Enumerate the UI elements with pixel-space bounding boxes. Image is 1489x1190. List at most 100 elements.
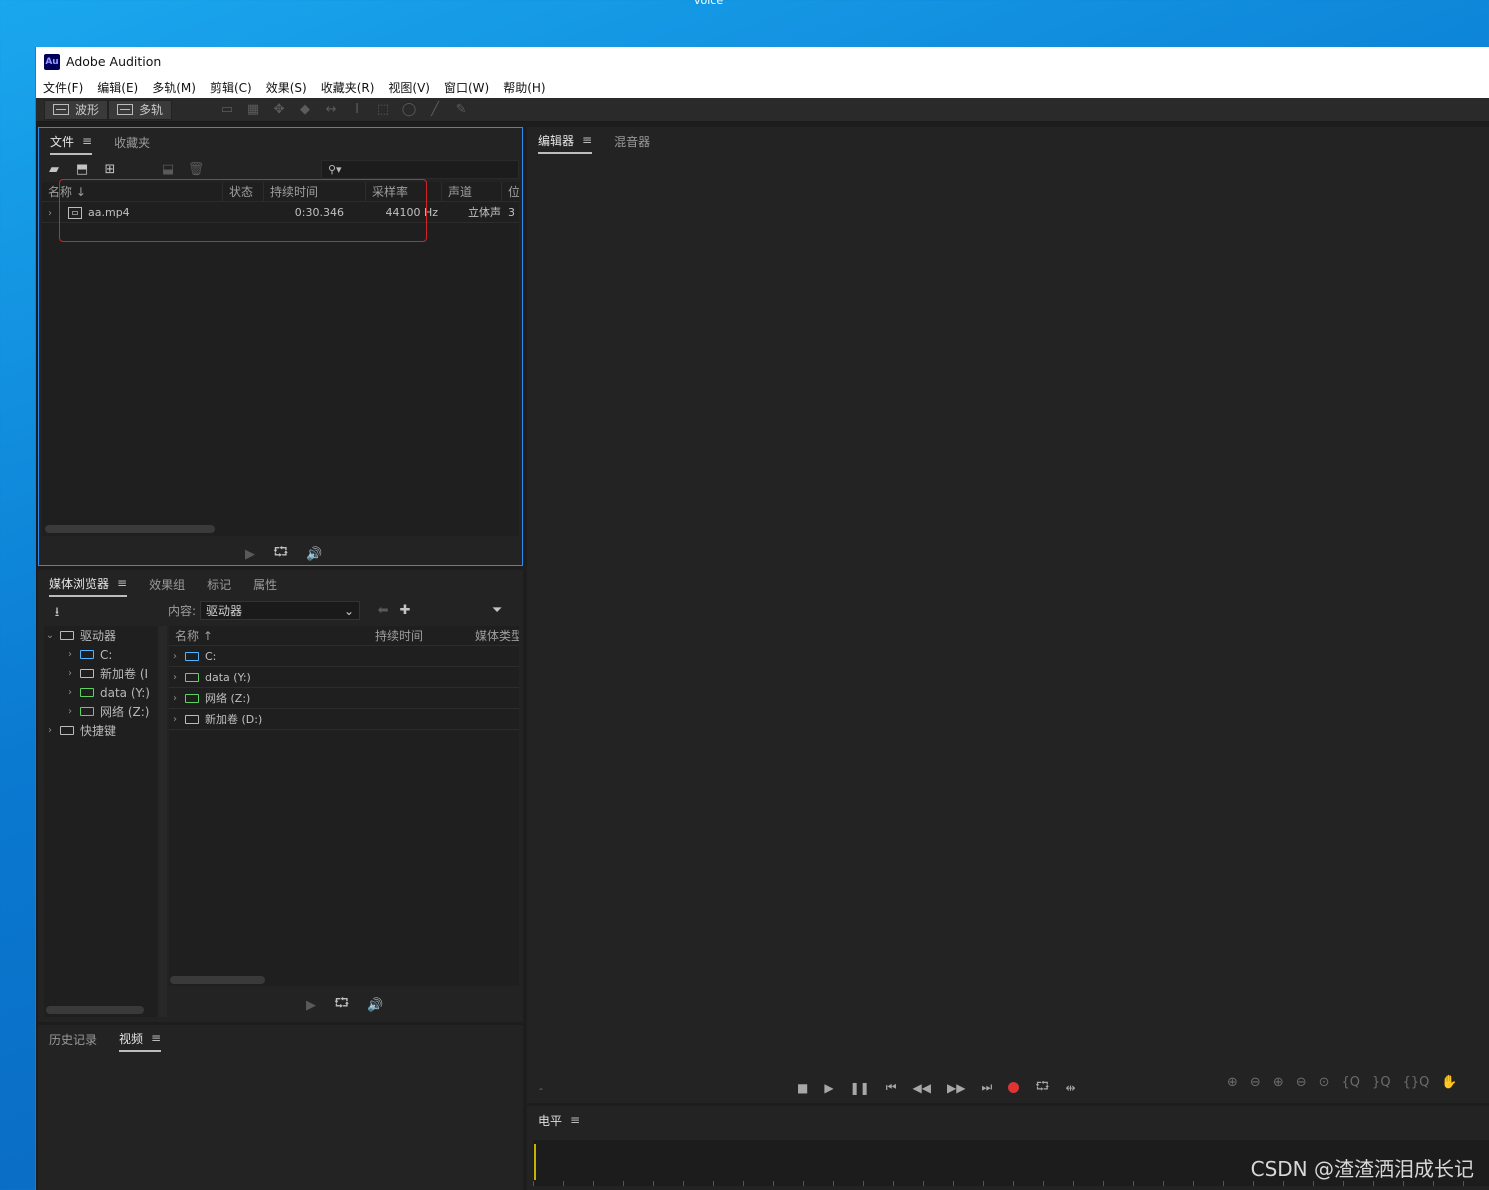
col-media-duration[interactable]: 持续时间 — [369, 626, 469, 645]
razor-tool-icon[interactable]: ◆ — [296, 101, 314, 119]
list-item[interactable]: › 网络 (Z:) — [169, 688, 519, 709]
zoom-out-time-icon[interactable]: ⊖ — [1296, 1075, 1307, 1090]
tab-favorites[interactable]: 收藏夹 — [114, 131, 150, 154]
tree-item-c[interactable]: › C: — [44, 645, 157, 664]
rewind-icon[interactable]: ◀◀ — [913, 1081, 931, 1095]
menu-clip[interactable]: 剪辑(C) — [210, 79, 252, 96]
col-media-name[interactable]: 名称 ↑ — [169, 626, 369, 645]
pitch-display-icon[interactable]: ▦ — [244, 101, 262, 119]
play-icon[interactable]: ▶ — [245, 547, 255, 562]
menu-effects[interactable]: 效果(S) — [266, 79, 307, 96]
list-item[interactable]: › C: — [169, 646, 519, 667]
hand-tool-icon[interactable]: ✋ — [1441, 1075, 1457, 1090]
skip-to-start-icon[interactable]: ⏮ — [886, 1080, 897, 1095]
autoplay-volume-icon[interactable]: 🔊 — [367, 998, 383, 1013]
menu-help[interactable]: 帮助(H) — [503, 79, 545, 96]
list-item[interactable]: › data (Y:) — [169, 667, 519, 688]
tree-item-network[interactable]: › 网络 (Z:) — [44, 702, 157, 721]
zoom-in-time-icon[interactable]: ⊕ — [1273, 1075, 1284, 1090]
brush-tool-icon[interactable]: ╱ — [426, 101, 444, 119]
col-channels[interactable]: 声道 — [442, 182, 502, 201]
menu-view[interactable]: 视图(V) — [388, 79, 430, 96]
tab-media-browser[interactable]: 媒体浏览器 ≡ — [49, 572, 128, 597]
panel-menu-icon[interactable]: ≡ — [151, 1031, 161, 1045]
fast-forward-icon[interactable]: ▶▶ — [947, 1081, 965, 1095]
expand-caret-icon[interactable]: › — [44, 725, 56, 736]
stop-icon[interactable]: ■ — [797, 1081, 808, 1095]
expand-caret-icon[interactable]: › — [169, 651, 181, 662]
expand-caret-icon[interactable]: › — [48, 208, 52, 219]
record-icon[interactable] — [1008, 1082, 1020, 1093]
import-file-icon[interactable]: ⬒ — [73, 162, 91, 177]
zoom-in-right-icon[interactable]: }Q — [1372, 1075, 1391, 1090]
menu-file[interactable]: 文件(F) — [43, 79, 83, 96]
add-shortcut-icon[interactable]: ✚ — [396, 603, 414, 618]
download-icon[interactable]: ⭳ — [48, 603, 66, 625]
tree-item-data[interactable]: › data (Y:) — [44, 683, 157, 702]
menu-favorites[interactable]: 收藏夹(R) — [321, 79, 375, 96]
col-bit[interactable]: 位 — [502, 182, 519, 201]
tab-video[interactable]: 视频 ≡ — [119, 1027, 162, 1052]
zoom-out-amplitude-icon[interactable]: ⊖ — [1250, 1075, 1261, 1090]
zoom-in-left-icon[interactable]: {Q — [1342, 1075, 1361, 1090]
filter-icon[interactable]: ⏷ — [488, 603, 506, 618]
panel-menu-icon[interactable]: ≡ — [582, 133, 592, 147]
expand-caret-icon[interactable]: › — [64, 649, 76, 660]
expand-caret-icon[interactable]: › — [169, 672, 181, 683]
tab-mixer[interactable]: 混音器 — [614, 130, 650, 153]
multitrack-view-button[interactable]: 多轨 — [108, 99, 173, 120]
time-selection-icon[interactable]: I — [348, 101, 366, 119]
loop-icon[interactable]: ⮔ — [1035, 1077, 1049, 1098]
list-h-scrollbar[interactable] — [170, 976, 265, 984]
lasso-tool-icon[interactable]: ◯ — [400, 101, 418, 119]
panel-menu-icon[interactable]: ≡ — [117, 576, 127, 590]
panel-menu-icon[interactable]: ≡ — [82, 134, 92, 148]
tab-history[interactable]: 历史记录 — [49, 1028, 97, 1051]
tree-item-new-volume[interactable]: › 新加卷 (I — [44, 664, 157, 683]
insert-multitrack-icon[interactable]: ⬓ — [159, 162, 177, 177]
loop-icon[interactable]: ⮔ — [273, 543, 288, 565]
zoom-full-icon[interactable]: ⊙ — [1319, 1075, 1330, 1090]
back-arrow-icon[interactable]: ⬅ — [374, 603, 392, 618]
col-media-type[interactable]: 媒体类型 — [469, 626, 519, 645]
open-file-icon[interactable]: ▰ — [45, 162, 63, 177]
loop-icon[interactable]: ⮔ — [334, 994, 349, 1016]
tab-files[interactable]: 文件 ≡ — [50, 130, 93, 155]
tab-editor[interactable]: 编辑器 ≡ — [538, 129, 593, 154]
skip-to-end-icon[interactable]: ⏭ — [981, 1080, 992, 1095]
list-item[interactable]: › 新加卷 (D:) — [169, 709, 519, 730]
move-tool-icon[interactable]: ✥ — [270, 101, 288, 119]
zoom-selection-icon[interactable]: {}Q — [1403, 1075, 1430, 1090]
marquee-tool-icon[interactable]: ⬚ — [374, 101, 392, 119]
spot-healing-icon[interactable]: ✎ — [452, 101, 470, 119]
content-dropdown[interactable]: 驱动器 ⌄ — [200, 601, 361, 620]
new-file-icon[interactable]: ⊞ — [101, 162, 119, 177]
chevron-down-icon[interactable]: ⌄ — [44, 630, 56, 641]
files-search-input[interactable]: ⚲▾ — [321, 160, 519, 179]
play-icon[interactable]: ▶ — [824, 1081, 833, 1095]
tree-item-drives[interactable]: ⌄ 驱动器 — [44, 626, 157, 645]
tab-level[interactable]: 电平 ≡ — [538, 1109, 580, 1132]
menu-multitrack[interactable]: 多轨(M) — [152, 79, 196, 96]
spectral-display-icon[interactable]: ▭ — [218, 101, 236, 119]
expand-caret-icon[interactable]: › — [169, 714, 181, 725]
menu-window[interactable]: 窗口(W) — [444, 79, 489, 96]
expand-caret-icon[interactable]: › — [64, 706, 76, 717]
tab-effects-rack[interactable]: 效果组 — [149, 573, 185, 596]
delete-icon[interactable]: 🗑 — [187, 162, 205, 177]
autoplay-volume-icon[interactable]: 🔊 — [306, 547, 322, 562]
panel-menu-icon[interactable]: ≡ — [570, 1113, 580, 1127]
pause-icon[interactable]: ❚❚ — [850, 1081, 870, 1095]
play-icon[interactable]: ▶ — [306, 998, 316, 1013]
skip-selection-icon[interactable]: ⇹ — [1065, 1081, 1075, 1095]
slip-tool-icon[interactable]: ↔ — [322, 101, 340, 119]
menu-edit[interactable]: 编辑(E) — [97, 79, 138, 96]
expand-caret-icon[interactable]: › — [169, 693, 181, 704]
waveform-view-button[interactable]: 波形 — [44, 99, 109, 120]
expand-caret-icon[interactable]: › — [64, 687, 76, 698]
expand-caret-icon[interactable]: › — [64, 668, 76, 679]
tab-markers[interactable]: 标记 — [207, 573, 231, 596]
zoom-in-amplitude-icon[interactable]: ⊕ — [1227, 1075, 1238, 1090]
tab-properties[interactable]: 属性 — [253, 573, 277, 596]
files-h-scrollbar[interactable] — [45, 525, 215, 533]
